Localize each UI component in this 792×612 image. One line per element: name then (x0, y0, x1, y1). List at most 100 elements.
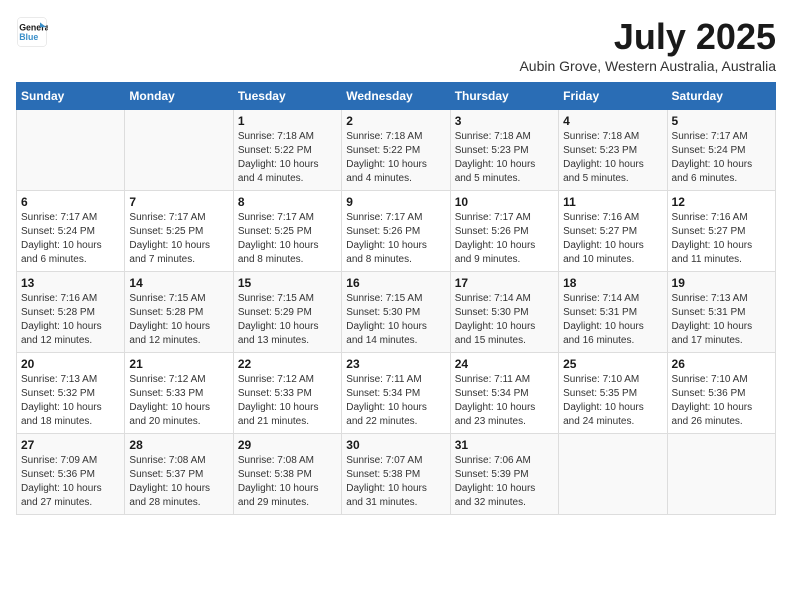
day-number: 11 (563, 195, 662, 209)
calendar-cell: 6 Sunrise: 7:17 AM Sunset: 5:24 PM Daylig… (17, 191, 125, 272)
calendar-cell: 14Sunrise: 7:15 AM Sunset: 5:28 PM Dayli… (125, 272, 233, 353)
day-number: 2 (346, 114, 445, 128)
day-number: 8 (238, 195, 337, 209)
day-number: 26 (672, 357, 771, 371)
calendar-cell: 13Sunrise: 7:16 AM Sunset: 5:28 PM Dayli… (17, 272, 125, 353)
calendar-cell: 10 Sunrise: 7:17 AM Sunset: 5:26 PM Dayli… (450, 191, 558, 272)
day-info: Sunrise: 7:11 AM Sunset: 5:34 PM Dayligh… (346, 373, 445, 429)
calendar-cell: 21 Sunrise: 7:12 AM Sunset: 5:33 PM Dayli… (125, 353, 233, 434)
month-title: July 2025 (519, 16, 776, 58)
calendar-header-row: SundayMondayTuesdayWednesdayThursdayFrid… (17, 83, 776, 110)
calendar-cell: 19 Sunrise: 7:13 AM Sunset: 5:31 PM Dayli… (667, 272, 775, 353)
day-number: 5 (672, 114, 771, 128)
day-info: Sunrise: 7:14 AM Sunset: 5:30 PM Dayligh… (455, 292, 554, 348)
day-info: Sunrise: 7:07 AM Sunset: 5:38 PM Dayligh… (346, 454, 445, 510)
day-info: Sunrise: 7:17 AM Sunset: 5:24 PM Dayligh… (21, 211, 120, 267)
calendar-cell: 25Sunrise: 7:10 AM Sunset: 5:35 PM Dayli… (559, 353, 667, 434)
calendar-cell: 22 Sunrise: 7:12 AM Sunset: 5:33 PM Dayli… (233, 353, 341, 434)
day-info: Sunrise: 7:17 AM Sunset: 5:26 PM Dayligh… (455, 211, 554, 267)
calendar-cell (559, 434, 667, 515)
title-block: July 2025 Aubin Grove, Western Australia… (519, 16, 776, 74)
logo-icon: General Blue (16, 16, 48, 48)
day-number: 31 (455, 438, 554, 452)
day-info: Sunrise: 7:15 AM Sunset: 5:29 PM Dayligh… (238, 292, 337, 348)
calendar-cell: 16 Sunrise: 7:15 AM Sunset: 5:30 PM Dayli… (342, 272, 450, 353)
day-info: Sunrise: 7:13 AM Sunset: 5:31 PM Dayligh… (672, 292, 771, 348)
day-info: Sunrise: 7:18 AM Sunset: 5:23 PM Dayligh… (563, 130, 662, 186)
logo: General Blue (16, 16, 48, 48)
day-info: Sunrise: 7:18 AM Sunset: 5:23 PM Dayligh… (455, 130, 554, 186)
calendar-cell (667, 434, 775, 515)
calendar-cell: 28 Sunrise: 7:08 AM Sunset: 5:37 PM Dayli… (125, 434, 233, 515)
day-info: Sunrise: 7:14 AM Sunset: 5:31 PM Dayligh… (563, 292, 662, 348)
header-day-tuesday: Tuesday (233, 83, 341, 110)
day-number: 16 (346, 276, 445, 290)
week-row-1: 1 Sunrise: 7:18 AM Sunset: 5:22 PM Daylig… (17, 110, 776, 191)
day-info: Sunrise: 7:16 AM Sunset: 5:27 PM Dayligh… (672, 211, 771, 267)
calendar-cell: 4 Sunrise: 7:18 AM Sunset: 5:23 PM Daylig… (559, 110, 667, 191)
day-number: 4 (563, 114, 662, 128)
week-row-4: 20Sunrise: 7:13 AM Sunset: 5:32 PM Dayli… (17, 353, 776, 434)
header-day-saturday: Saturday (667, 83, 775, 110)
calendar-cell (17, 110, 125, 191)
day-info: Sunrise: 7:12 AM Sunset: 5:33 PM Dayligh… (129, 373, 228, 429)
calendar-cell: 18 Sunrise: 7:14 AM Sunset: 5:31 PM Dayli… (559, 272, 667, 353)
header-day-friday: Friday (559, 83, 667, 110)
day-info: Sunrise: 7:18 AM Sunset: 5:22 PM Dayligh… (346, 130, 445, 186)
day-number: 15 (238, 276, 337, 290)
day-info: Sunrise: 7:08 AM Sunset: 5:38 PM Dayligh… (238, 454, 337, 510)
calendar-cell: 1 Sunrise: 7:18 AM Sunset: 5:22 PM Daylig… (233, 110, 341, 191)
week-row-2: 6 Sunrise: 7:17 AM Sunset: 5:24 PM Daylig… (17, 191, 776, 272)
week-row-3: 13Sunrise: 7:16 AM Sunset: 5:28 PM Dayli… (17, 272, 776, 353)
svg-text:General: General (19, 22, 48, 32)
calendar-cell: 17 Sunrise: 7:14 AM Sunset: 5:30 PM Dayli… (450, 272, 558, 353)
day-number: 30 (346, 438, 445, 452)
day-number: 28 (129, 438, 228, 452)
day-number: 22 (238, 357, 337, 371)
calendar-cell: 20Sunrise: 7:13 AM Sunset: 5:32 PM Dayli… (17, 353, 125, 434)
day-number: 19 (672, 276, 771, 290)
day-info: Sunrise: 7:13 AM Sunset: 5:32 PM Dayligh… (21, 373, 120, 429)
calendar-cell: 29 Sunrise: 7:08 AM Sunset: 5:38 PM Dayli… (233, 434, 341, 515)
day-info: Sunrise: 7:17 AM Sunset: 5:25 PM Dayligh… (129, 211, 228, 267)
header-day-monday: Monday (125, 83, 233, 110)
day-info: Sunrise: 7:08 AM Sunset: 5:37 PM Dayligh… (129, 454, 228, 510)
day-info: Sunrise: 7:17 AM Sunset: 5:25 PM Dayligh… (238, 211, 337, 267)
day-number: 6 (21, 195, 120, 209)
day-number: 14 (129, 276, 228, 290)
calendar-cell: 3 Sunrise: 7:18 AM Sunset: 5:23 PM Daylig… (450, 110, 558, 191)
week-row-5: 27Sunrise: 7:09 AM Sunset: 5:36 PM Dayli… (17, 434, 776, 515)
calendar-cell: 8 Sunrise: 7:17 AM Sunset: 5:25 PM Daylig… (233, 191, 341, 272)
calendar-cell (125, 110, 233, 191)
calendar-cell: 12 Sunrise: 7:16 AM Sunset: 5:27 PM Dayli… (667, 191, 775, 272)
day-number: 10 (455, 195, 554, 209)
day-info: Sunrise: 7:12 AM Sunset: 5:33 PM Dayligh… (238, 373, 337, 429)
calendar-cell: 30 Sunrise: 7:07 AM Sunset: 5:38 PM Dayli… (342, 434, 450, 515)
day-number: 1 (238, 114, 337, 128)
day-info: Sunrise: 7:16 AM Sunset: 5:27 PM Dayligh… (563, 211, 662, 267)
svg-text:Blue: Blue (19, 32, 38, 42)
day-number: 17 (455, 276, 554, 290)
day-info: Sunrise: 7:11 AM Sunset: 5:34 PM Dayligh… (455, 373, 554, 429)
day-number: 24 (455, 357, 554, 371)
day-info: Sunrise: 7:18 AM Sunset: 5:22 PM Dayligh… (238, 130, 337, 186)
day-info: Sunrise: 7:10 AM Sunset: 5:36 PM Dayligh… (672, 373, 771, 429)
day-number: 3 (455, 114, 554, 128)
calendar-cell: 5Sunrise: 7:17 AM Sunset: 5:24 PM Daylig… (667, 110, 775, 191)
day-info: Sunrise: 7:09 AM Sunset: 5:36 PM Dayligh… (21, 454, 120, 510)
calendar-table: SundayMondayTuesdayWednesdayThursdayFrid… (16, 82, 776, 515)
calendar-cell: 7 Sunrise: 7:17 AM Sunset: 5:25 PM Daylig… (125, 191, 233, 272)
day-info: Sunrise: 7:17 AM Sunset: 5:26 PM Dayligh… (346, 211, 445, 267)
location: Aubin Grove, Western Australia, Australi… (519, 58, 776, 74)
day-info: Sunrise: 7:15 AM Sunset: 5:30 PM Dayligh… (346, 292, 445, 348)
day-number: 18 (563, 276, 662, 290)
calendar-cell: 27Sunrise: 7:09 AM Sunset: 5:36 PM Dayli… (17, 434, 125, 515)
day-number: 12 (672, 195, 771, 209)
header-day-sunday: Sunday (17, 83, 125, 110)
day-number: 7 (129, 195, 228, 209)
day-number: 21 (129, 357, 228, 371)
day-number: 23 (346, 357, 445, 371)
day-info: Sunrise: 7:06 AM Sunset: 5:39 PM Dayligh… (455, 454, 554, 510)
calendar-cell: 2 Sunrise: 7:18 AM Sunset: 5:22 PM Daylig… (342, 110, 450, 191)
day-number: 29 (238, 438, 337, 452)
